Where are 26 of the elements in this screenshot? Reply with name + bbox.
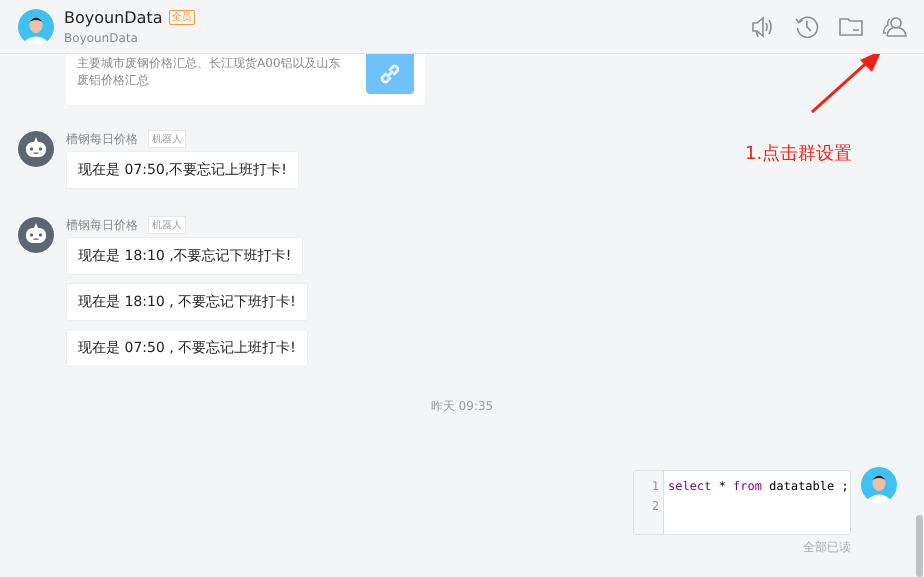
link-description-line: 主要城市废钢价格汇总、长江现货A00铝以及山东 xyxy=(77,55,342,72)
sender-name: 槽钢每日价格 xyxy=(66,130,138,148)
history-icon xyxy=(794,14,820,40)
link-thumbnail[interactable] xyxy=(366,54,414,94)
bot-avatar xyxy=(18,217,54,253)
scrollbar[interactable] xyxy=(916,515,923,577)
link-description-line: 废铝价格汇总 xyxy=(77,72,150,89)
sender-name: 槽钢每日价格 xyxy=(66,216,138,234)
line-number: 2 xyxy=(650,498,659,515)
chat-title: BoyounData xyxy=(64,8,163,27)
avatar xyxy=(861,467,897,503)
read-status: 全部已读 xyxy=(803,539,851,556)
time-divider: 昨天 09:35 xyxy=(430,398,494,415)
chat-subtitle: BoyounData xyxy=(64,31,139,45)
message-bubble: 现在是 07:50 , 不要忘记上班打卡! xyxy=(66,329,308,367)
annotation-text: 1.点击群设置 xyxy=(745,142,852,165)
avatar xyxy=(18,8,54,44)
bot-tag: 机器人 xyxy=(148,130,186,148)
code-line: select * from datatable ; xyxy=(668,478,849,495)
member-badge: 全员 xyxy=(168,10,195,25)
message-bubble: 现在是 07:50,不要忘记上班打卡! xyxy=(66,151,299,189)
message-bubble: 现在是 18:10 , 不要忘记下班打卡! xyxy=(66,283,308,321)
bot-avatar xyxy=(18,131,54,167)
bot-tag: 机器人 xyxy=(148,216,186,234)
line-number: 1 xyxy=(650,478,659,495)
message-bubble: 现在是 18:10 ,不要忘记下班打卡! xyxy=(66,237,304,275)
